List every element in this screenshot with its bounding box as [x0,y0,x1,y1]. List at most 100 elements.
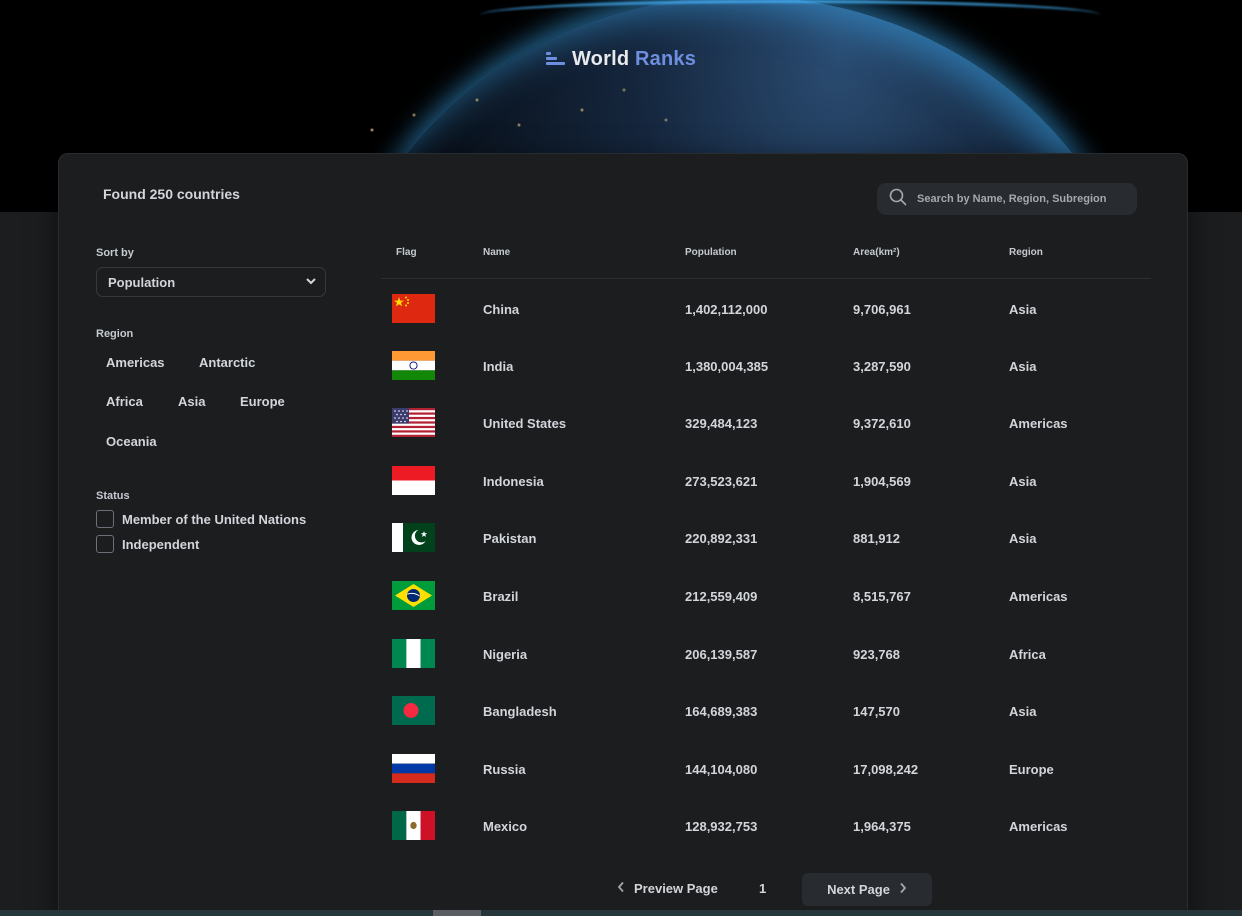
indonesia-flag-icon [392,466,435,495]
country-population: 144,104,080 [685,762,758,777]
status-independent[interactable]: Independent [96,535,199,553]
united-states-flag-icon [392,408,435,437]
current-page-number[interactable]: 1 [759,881,766,896]
country-area: 17,098,242 [853,762,919,777]
region-chip-africa[interactable]: Africa [106,394,143,409]
country-name[interactable]: Brazil [483,589,518,604]
column-header-flag: Flag [396,247,417,258]
logo-text: World [571,48,630,70]
search-input[interactable] [917,193,1117,205]
column-header-area[interactable]: Area(km²) [853,247,900,258]
independent-checkbox[interactable] [96,535,114,553]
country-region: Americas [1009,416,1068,431]
mexico-flag-icon [392,811,435,840]
china-flag-icon [392,294,435,323]
independent-label: Independent [122,536,200,552]
nigeria-flag-icon [392,639,435,668]
un-member-label: Member of the United Nations [122,511,307,527]
country-area: 1,964,375 [853,819,911,834]
country-population: 128,932,753 [685,819,758,834]
country-name[interactable]: United States [483,416,566,431]
next-page-label: Next Page [827,882,890,897]
horizontal-scrollbar[interactable] [0,910,1242,916]
logo-text-accent: Ranks [635,48,697,70]
chevron-right-icon [899,882,907,897]
pakistan-flag-icon [392,523,435,552]
previous-page-label: Preview Page [634,881,718,896]
country-region: Asia [1009,531,1037,546]
ranks-logo-icon [545,50,566,73]
country-area: 8,515,767 [853,589,911,604]
chevron-down-icon [305,275,317,290]
app-logo[interactable]: World Ranks [0,48,1242,73]
search-box[interactable] [877,183,1137,215]
countries-card: Found 250 countries Sort by Population R… [58,153,1188,916]
next-page-button[interactable]: Next Page [802,873,932,906]
country-area: 1,904,569 [853,474,911,489]
region-label: Region [96,328,134,340]
country-population: 273,523,621 [685,474,758,489]
country-region: Asia [1009,474,1037,489]
sort-selected-value: Population [108,274,176,290]
table-row[interactable]: Brazil 212,559,409 8,515,767 Americas [381,581,1151,611]
country-population: 1,380,004,385 [685,359,769,374]
country-area: 9,372,610 [853,416,911,431]
country-population: 164,689,383 [685,704,758,719]
table-row[interactable]: Indonesia 273,523,621 1,904,569 Asia [381,466,1151,496]
chevron-left-icon [617,881,625,896]
country-name[interactable]: India [483,359,513,374]
country-region: Asia [1009,704,1037,719]
country-region: Americas [1009,819,1068,834]
country-name[interactable]: Russia [483,762,526,777]
country-name[interactable]: China [483,302,519,317]
country-name[interactable]: Indonesia [483,474,544,489]
table-row[interactable]: United States 329,484,123 9,372,610 Amer… [381,408,1151,438]
country-population: 206,139,587 [685,647,758,662]
country-name[interactable]: Pakistan [483,531,536,546]
region-chip-oceania[interactable]: Oceania [106,434,157,449]
brazil-flag-icon [392,581,435,610]
country-region: Americas [1009,589,1068,604]
india-flag-icon [392,351,435,380]
country-population: 1,402,112,000 [685,302,768,317]
sort-by-label: Sort by [96,247,134,259]
sort-select[interactable]: Population [96,267,326,297]
found-count: Found 250 countries [103,186,240,202]
country-name[interactable]: Bangladesh [483,704,557,719]
country-area: 923,768 [853,647,900,662]
region-chip-asia[interactable]: Asia [178,394,205,409]
table-row[interactable]: Pakistan 220,892,331 881,912 Asia [381,523,1151,553]
country-population: 212,559,409 [685,589,758,604]
country-area: 147,570 [853,704,900,719]
bangladesh-flag-icon [392,696,435,725]
country-name[interactable]: Nigeria [483,647,527,662]
country-region: Asia [1009,302,1037,317]
region-chip-americas[interactable]: Americas [106,355,165,370]
table-row[interactable]: Mexico 128,932,753 1,964,375 Americas [381,811,1151,841]
country-name[interactable]: Mexico [483,819,527,834]
table-row[interactable]: India 1,380,004,385 3,287,590 Asia [381,351,1151,381]
region-chip-antarctic[interactable]: Antarctic [199,355,255,370]
country-area: 881,912 [853,531,900,546]
russia-flag-icon [392,754,435,783]
column-header-region[interactable]: Region [1009,247,1043,258]
country-area: 9,706,961 [853,302,911,317]
search-icon [889,188,907,211]
scrollbar-thumb[interactable] [433,910,481,916]
previous-page-button[interactable]: Preview Page [617,881,718,896]
country-area: 3,287,590 [853,359,911,374]
un-member-checkbox[interactable] [96,510,114,528]
status-un-member[interactable]: Member of the United Nations [96,510,306,528]
column-header-population[interactable]: Population [685,247,737,258]
table-row[interactable]: China 1,402,112,000 9,706,961 Asia [381,294,1151,324]
region-chip-europe[interactable]: Europe [240,394,285,409]
table-row[interactable]: Nigeria 206,139,587 923,768 Africa [381,639,1151,669]
country-population: 329,484,123 [685,416,758,431]
column-header-name[interactable]: Name [483,247,510,258]
table-row[interactable]: Russia 144,104,080 17,098,242 Europe [381,754,1151,784]
status-label: Status [96,490,130,502]
country-region: Africa [1009,647,1046,662]
country-population: 220,892,331 [685,531,758,546]
table-row[interactable]: Bangladesh 164,689,383 147,570 Asia [381,696,1151,726]
country-region: Europe [1009,762,1054,777]
